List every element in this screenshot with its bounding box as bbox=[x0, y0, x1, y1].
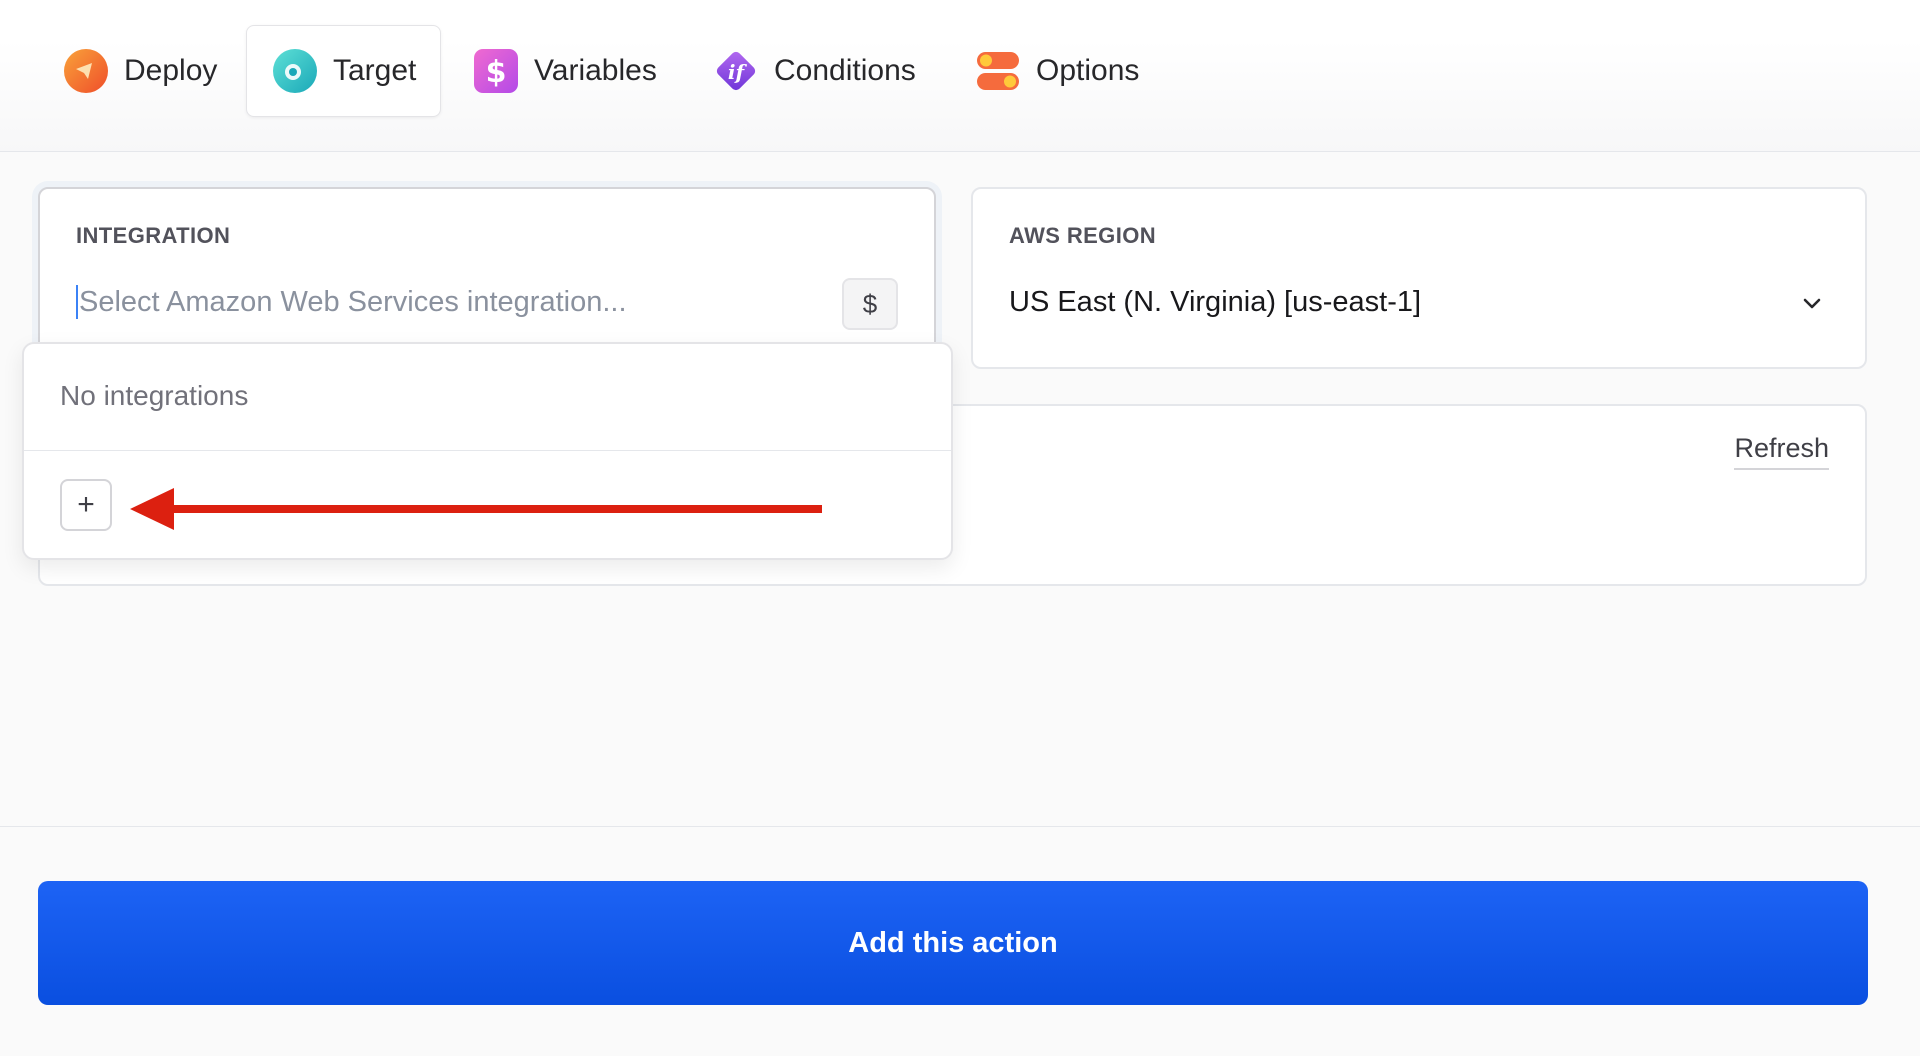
add-action-button[interactable]: Add this action bbox=[38, 881, 1868, 1005]
chevron-down-icon[interactable] bbox=[1801, 292, 1823, 314]
tab-label: Conditions bbox=[774, 54, 916, 87]
add-integration-button[interactable]: + bbox=[60, 479, 112, 531]
svg-text:$: $ bbox=[486, 55, 507, 90]
annotation-arrow-icon bbox=[130, 488, 822, 530]
tab-conditions[interactable]: if Conditions bbox=[688, 25, 940, 117]
tab-label: Deploy bbox=[124, 54, 218, 87]
tabs-bar: Deploy Target $ Variables if Conditions … bbox=[0, 0, 1920, 152]
footer-divider bbox=[0, 826, 1920, 827]
tab-deploy[interactable]: Deploy bbox=[38, 25, 241, 117]
tab-label: Options bbox=[1036, 54, 1140, 87]
tab-options[interactable]: Options bbox=[950, 25, 1163, 117]
aws-region-field: AWS REGION US East (N. Virginia) [us-eas… bbox=[971, 187, 1867, 369]
variables-icon: $ bbox=[474, 49, 518, 93]
tab-label: Variables bbox=[534, 54, 657, 87]
aws-region-select[interactable]: US East (N. Virginia) [us-east-1] bbox=[1009, 277, 1421, 327]
options-icon bbox=[977, 52, 1019, 90]
action-editor: Deploy Target $ Variables if Conditions … bbox=[0, 0, 1920, 1056]
integration-field: INTEGRATION Select Amazon Web Services i… bbox=[38, 187, 936, 367]
aws-region-label: AWS REGION bbox=[1009, 223, 1157, 248]
integration-placeholder: Select Amazon Web Services integration..… bbox=[79, 285, 627, 318]
dropdown-divider bbox=[24, 450, 951, 451]
refresh-link[interactable]: Refresh bbox=[1734, 433, 1829, 470]
tab-label: Target bbox=[333, 54, 417, 87]
empty-state-text: No integrations bbox=[60, 380, 249, 411]
integration-input[interactable]: Select Amazon Web Services integration..… bbox=[76, 277, 816, 327]
tab-variables[interactable]: $ Variables bbox=[448, 25, 681, 117]
integration-label: INTEGRATION bbox=[76, 223, 231, 248]
deploy-icon bbox=[64, 49, 108, 93]
target-icon bbox=[273, 49, 317, 93]
insert-variable-button[interactable]: $ bbox=[842, 278, 898, 330]
conditions-icon: if bbox=[716, 51, 756, 91]
tab-target[interactable]: Target bbox=[246, 25, 442, 117]
text-cursor bbox=[76, 285, 78, 319]
